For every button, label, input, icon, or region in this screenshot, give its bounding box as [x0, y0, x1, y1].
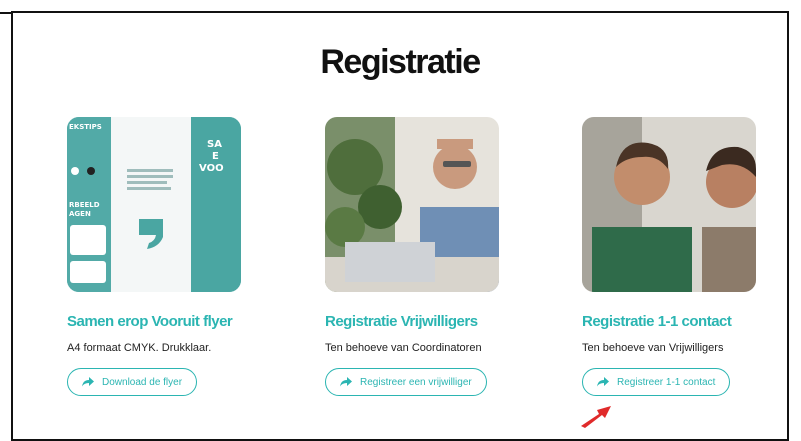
svg-text:SA: SA — [207, 139, 222, 150]
card-title: Samen erop Vooruit flyer — [67, 313, 233, 330]
two-men-talking-image[interactable] — [582, 117, 756, 292]
svg-text:RBEELD: RBEELD — [69, 201, 100, 209]
register-contact-button[interactable]: Registreer 1-1 contact — [582, 368, 731, 396]
svg-text:VOO: VOO — [199, 163, 224, 174]
card-title: Registratie Vrijwilligers — [325, 313, 478, 330]
pointer-arrow-icon — [577, 400, 621, 433]
card-subtitle: Ten behoeve van Coordinatoren — [325, 342, 482, 354]
page-title: Registratie — [320, 43, 481, 81]
share-arrow-icon — [82, 377, 94, 387]
register-volunteer-button[interactable]: Registreer een vrijwilliger — [325, 368, 487, 396]
flyer-image[interactable]: EKSTIPS RBEELD AGEN SA E VOO — [67, 117, 241, 292]
card-subtitle: Ten behoeve van Vrijwilligers — [582, 342, 724, 354]
share-arrow-icon — [597, 377, 609, 387]
download-flyer-button[interactable]: Download de flyer — [67, 368, 198, 396]
card-title: Registratie 1-1 contact — [582, 313, 732, 330]
button-label: Registreer 1-1 contact — [617, 376, 716, 388]
button-label: Download de flyer — [102, 376, 183, 388]
card-subtitle: A4 formaat CMYK. Drukklaar. — [67, 342, 212, 354]
man-at-laptop-image[interactable] — [325, 117, 499, 292]
share-arrow-icon — [340, 377, 352, 387]
svg-text:AGEN: AGEN — [69, 210, 91, 218]
svg-text:EKSTIPS: EKSTIPS — [69, 123, 102, 131]
svg-text:E: E — [212, 151, 219, 162]
button-label: Registreer een vrijwilliger — [360, 376, 472, 388]
